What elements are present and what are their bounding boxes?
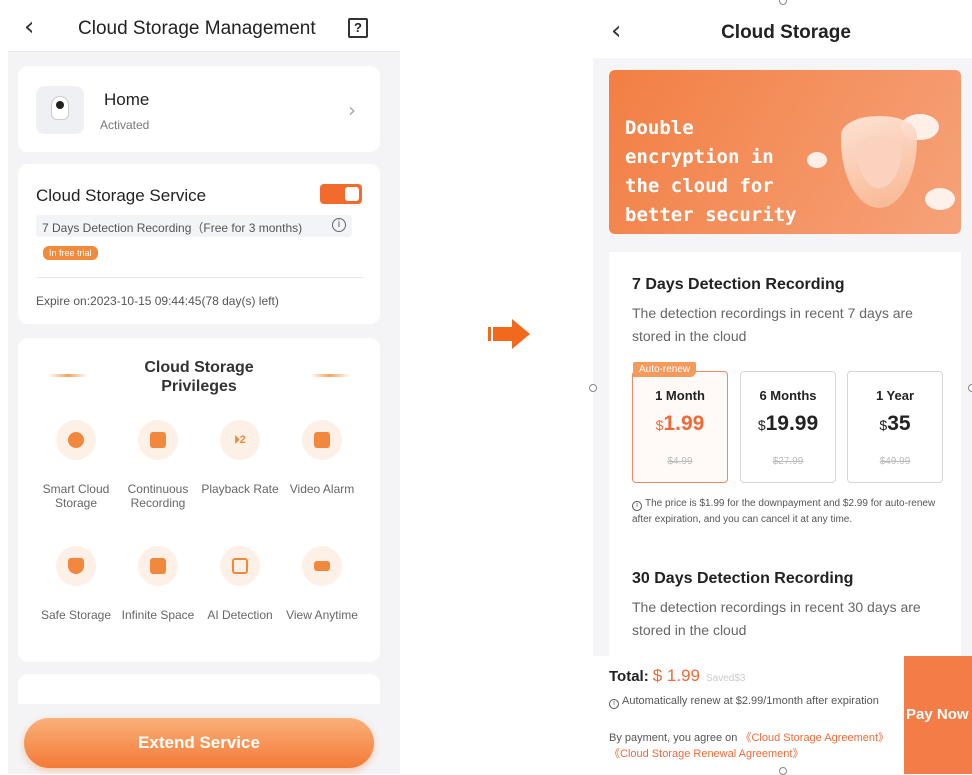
privilege-safe-storage: Safe Storage xyxy=(34,546,118,622)
expire-text: Expire on:2023-10-15 09:44:45(78 day(s) … xyxy=(36,294,279,308)
device-status: Activated xyxy=(100,118,150,132)
device-name: Home xyxy=(104,90,150,109)
decoration-line-left xyxy=(48,374,88,377)
option-price: 19.99 xyxy=(765,412,819,435)
checkout-footer: Total: $ 1.99 Saved$3 i Automatically renew… xyxy=(593,656,972,774)
privilege-infinite-space: Infinite Space xyxy=(116,546,200,622)
plan-label: 7 Days Detection Recording（Free for 3 mo… xyxy=(42,221,303,235)
selection-handle xyxy=(968,384,972,392)
page-title: Cloud Storage Management xyxy=(78,18,316,39)
cloud-storage-purchase-screen: ‹ Cloud Storage Double encryption in the… xyxy=(593,4,972,774)
privilege-continuous-recording: Continuous Recording xyxy=(116,420,200,510)
service-toggle[interactable] xyxy=(320,184,362,204)
privileges-title: Cloud Storage Privileges xyxy=(144,359,254,395)
option-6-months[interactable]: 6 Months $19.99 $27.99 xyxy=(740,371,836,483)
current-plan: 7 Days Detection Recording（Free for 3 mo… xyxy=(36,215,352,237)
option-price: 1.99 xyxy=(663,412,705,435)
back-icon[interactable]: ‹ xyxy=(24,14,34,40)
privilege-smart-cloud-storage: Smart Cloud Storage xyxy=(34,420,118,510)
banner-text: Double encryption in the cloud for bette… xyxy=(625,117,797,226)
info-icon: i xyxy=(632,501,642,511)
help-icon[interactable]: ? xyxy=(348,18,368,38)
privileges-card: Cloud Storage Privileges Smart Cloud Sto… xyxy=(18,338,380,662)
total-amount: $ 1.99 xyxy=(652,666,700,685)
header-bar: ‹ Cloud Storage Management ? xyxy=(8,4,400,52)
cloud-icon xyxy=(56,420,96,460)
service-card: Cloud Storage Service 7 Days Detection R… xyxy=(18,164,380,324)
info-icon[interactable]: i xyxy=(332,218,346,232)
promo-banner: Double encryption in the cloud for bette… xyxy=(609,70,961,234)
arrow-right-icon xyxy=(488,319,530,349)
face-scan-icon xyxy=(220,546,260,586)
privilege-playback-rate: ⏵2 Playback Rate xyxy=(198,420,282,496)
shield-icon xyxy=(56,546,96,586)
info-icon: i xyxy=(609,699,619,709)
divider xyxy=(36,277,364,278)
chevron-right-icon[interactable]: › xyxy=(348,98,356,122)
saved-amount: Saved$3 xyxy=(705,673,746,684)
option-1-month[interactable]: Auto-renew 1 Month $1.99 $4.99 xyxy=(632,362,728,483)
camera-view-icon xyxy=(302,546,342,586)
video-camera-icon xyxy=(138,420,178,460)
option-1-year[interactable]: 1 Year $35 $49.99 xyxy=(847,371,943,483)
total-line: Total: $ 1.99 Saved$3 xyxy=(609,666,746,685)
camera-icon xyxy=(51,96,69,120)
page-title: Cloud Storage xyxy=(721,22,851,43)
speed-icon: ⏵2 xyxy=(220,420,260,460)
privilege-video-alarm: Video Alarm xyxy=(280,420,364,496)
camera-thumbnail xyxy=(36,86,84,134)
privilege-view-anytime: View Anytime xyxy=(280,546,364,622)
cloud-icon xyxy=(807,152,827,168)
trial-badge: In free trial xyxy=(43,246,98,260)
header-bar: ‹ Cloud Storage xyxy=(593,4,972,58)
auto-renew-badge: Auto-renew xyxy=(633,362,697,377)
option-original-price: $27.99 xyxy=(772,456,804,467)
service-title: Cloud Storage Service xyxy=(36,186,207,205)
box-icon xyxy=(138,546,178,586)
renewal-agreement-link[interactable]: 《Cloud Storage Renewal Agreement》 xyxy=(609,748,803,760)
privilege-ai-detection: AI Detection xyxy=(198,546,282,622)
cloud-storage-agreement-link[interactable]: 《Cloud Storage Agreement》 xyxy=(740,732,889,744)
selection-handle xyxy=(589,384,597,392)
plan-7days-title: 7 Days Detection Recording xyxy=(632,276,845,293)
agreement-text: By payment, you agree on 《Cloud Storage … xyxy=(609,732,890,760)
decoration-line-right xyxy=(310,374,350,377)
auto-renew-note: i Automatically renew at $2.99/1month aft… xyxy=(609,694,883,709)
plan-7days-desc: The detection recordings in recent 7 day… xyxy=(632,305,913,344)
extend-service-button[interactable]: Extend Service xyxy=(24,718,374,768)
plan-30days-title: 30 Days Detection Recording xyxy=(632,570,854,587)
pay-now-button[interactable]: Pay Now xyxy=(904,656,972,774)
cloud-storage-management-screen: ‹ Cloud Storage Management ? Home Activa… xyxy=(8,4,400,774)
option-original-price: $4.99 xyxy=(667,456,693,467)
cloud-icon xyxy=(925,188,955,210)
plan-30days-desc: The detection recordings in recent 30 da… xyxy=(632,599,921,638)
video-alarm-icon xyxy=(302,420,342,460)
device-card[interactable]: Home Activated › xyxy=(18,66,380,152)
option-price: 35 xyxy=(887,412,911,435)
price-note: i The price is $1.99 for the downpayment … xyxy=(632,498,936,525)
option-original-price: $49.99 xyxy=(879,456,911,467)
plan-card: 7 Days Detection Recording The detection… xyxy=(609,252,961,658)
